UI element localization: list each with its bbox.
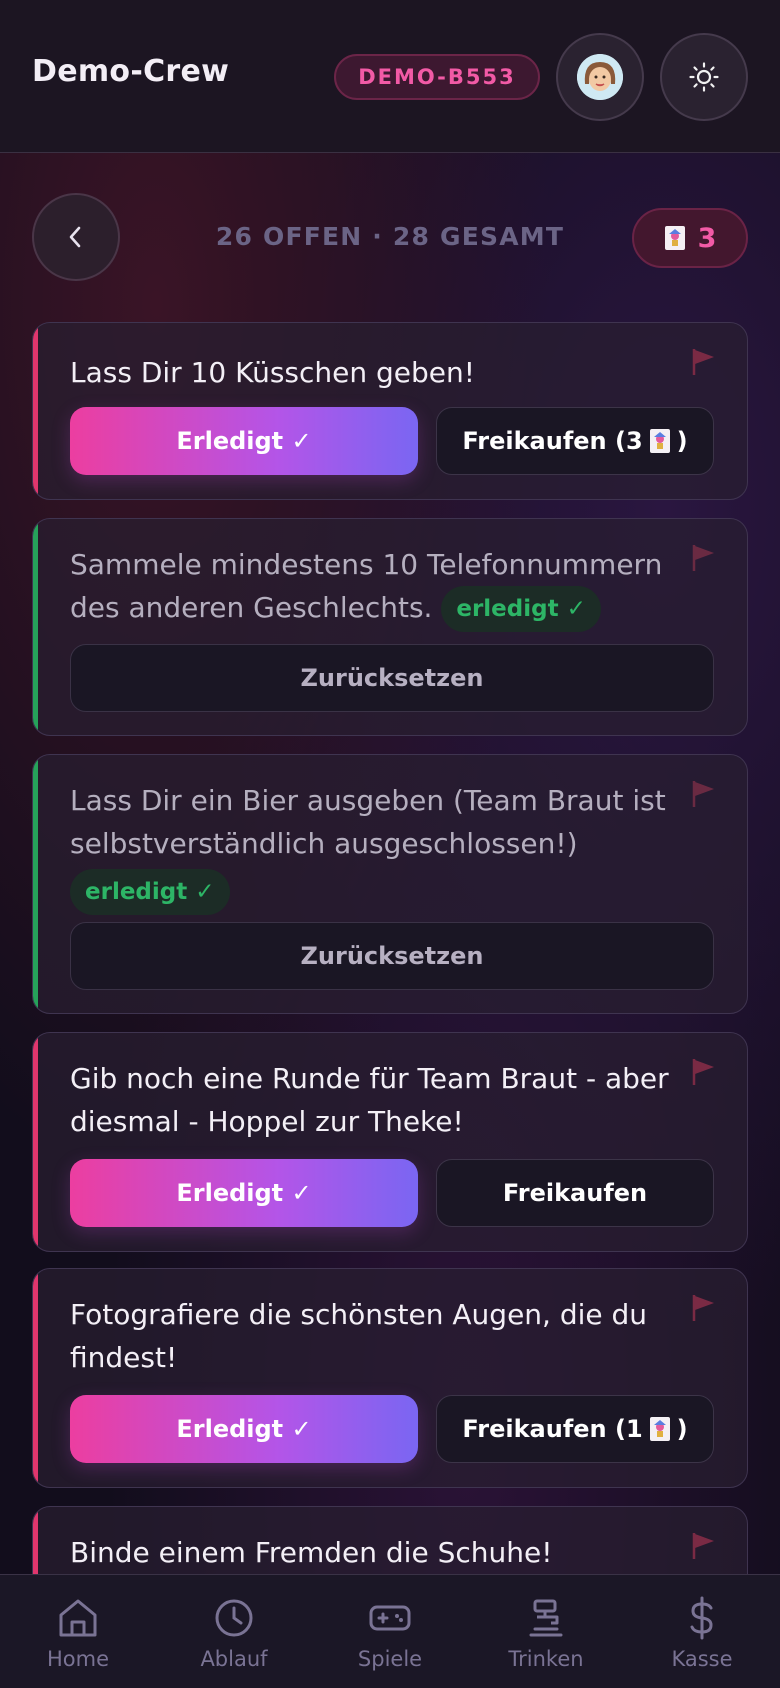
task-buyout-button[interactable]: Freikaufen xyxy=(436,1159,714,1227)
theme-toggle-button[interactable] xyxy=(660,33,748,121)
bottom-nav: Home Ablauf Spiele Trinken Kasse xyxy=(0,1574,780,1688)
token-count: 3 xyxy=(697,222,717,254)
nav-item-ablauf[interactable]: Ablauf xyxy=(156,1575,312,1688)
task-text: Binde einem Fremden die Schuhe! xyxy=(70,1536,553,1569)
group-code-badge[interactable]: DEMO-B553 xyxy=(334,54,540,100)
flag-icon[interactable] xyxy=(691,1293,717,1323)
task-done-button[interactable]: Erledigt ✓ xyxy=(70,407,418,475)
sun-icon xyxy=(689,62,719,92)
task-card: Lass Dir 10 Küsschen geben! Erledigt ✓ F… xyxy=(32,322,748,500)
task-card: Gib noch eine Runde für Team Braut - abe… xyxy=(32,1032,748,1252)
task-summary: 26 OFFEN · 28 GESAMT xyxy=(215,222,565,251)
task-text: Fotografiere die schönsten Augen, die du… xyxy=(70,1298,648,1374)
done-badge: erledigt ✓ xyxy=(441,586,601,632)
app-header: Demo-Crew DEMO-B553 xyxy=(0,0,780,153)
buyout-suffix: ) xyxy=(676,1415,688,1443)
task-reset-button[interactable]: Zurücksetzen xyxy=(70,644,714,712)
task-card: Sammele mindestens 10 Telefonnummern des… xyxy=(32,518,748,736)
avatar-button[interactable] xyxy=(556,33,644,121)
nav-label: Home xyxy=(46,1647,109,1671)
nav-label: Spiele xyxy=(357,1647,423,1671)
task-text-block: Lass Dir ein Bier ausgeben (Team Braut i… xyxy=(70,779,670,915)
flag-icon[interactable] xyxy=(691,1057,717,1087)
flag-icon[interactable] xyxy=(691,347,717,377)
gamepad-icon xyxy=(369,1605,411,1631)
back-button[interactable] xyxy=(32,193,120,281)
nav-label: Ablauf xyxy=(200,1647,268,1671)
token-count-badge: 3 xyxy=(632,208,748,268)
task-card: Lass Dir ein Bier ausgeben (Team Braut i… xyxy=(32,754,748,1014)
task-text: Lass Dir ein Bier ausgeben (Team Braut i… xyxy=(70,784,666,860)
nav-label: Kasse xyxy=(671,1647,733,1671)
flag-icon[interactable] xyxy=(691,543,717,573)
task-text: Lass Dir 10 Küsschen geben! xyxy=(70,356,475,389)
nav-item-home[interactable]: Home xyxy=(0,1575,156,1688)
task-done-button[interactable]: Erledigt ✓ xyxy=(70,1395,418,1463)
nav-item-trinken[interactable]: Trinken xyxy=(468,1575,624,1688)
home-icon xyxy=(59,1599,97,1637)
nav-item-spiele[interactable]: Spiele xyxy=(312,1575,468,1688)
chevron-left-icon xyxy=(69,226,81,248)
nav-item-kasse[interactable]: Kasse xyxy=(624,1575,780,1688)
avatar xyxy=(577,54,623,100)
buyout-label: Freikaufen (1 xyxy=(462,1415,643,1443)
jester-card-icon xyxy=(649,429,670,453)
task-text: Gib noch eine Runde für Team Braut - abe… xyxy=(70,1062,669,1138)
task-reset-button[interactable]: Zurücksetzen xyxy=(70,922,714,990)
nav-label: Trinken xyxy=(508,1647,584,1671)
done-badge: erledigt ✓ xyxy=(70,869,230,915)
beer-tap-icon xyxy=(529,1599,563,1637)
app-title: Demo-Crew xyxy=(32,54,230,89)
buyout-label: Freikaufen (3 xyxy=(462,427,643,455)
task-card: Fotografiere die schönsten Augen, die du… xyxy=(32,1268,748,1488)
flag-icon[interactable] xyxy=(691,779,717,809)
task-buyout-button[interactable]: Freikaufen (1 ) xyxy=(436,1395,714,1463)
buyout-label: Freikaufen xyxy=(502,1179,648,1207)
flag-icon[interactable] xyxy=(691,1531,717,1561)
task-buyout-button[interactable]: Freikaufen (3 ) xyxy=(436,407,714,475)
clock-icon xyxy=(215,1599,253,1637)
buyout-suffix: ) xyxy=(676,427,688,455)
task-done-button[interactable]: Erledigt ✓ xyxy=(70,1159,418,1227)
task-text-block: Sammele mindestens 10 Telefonnummern des… xyxy=(70,543,670,632)
jester-card-icon xyxy=(664,226,685,250)
dollar-icon xyxy=(690,1596,713,1640)
jester-card-icon xyxy=(649,1417,670,1441)
